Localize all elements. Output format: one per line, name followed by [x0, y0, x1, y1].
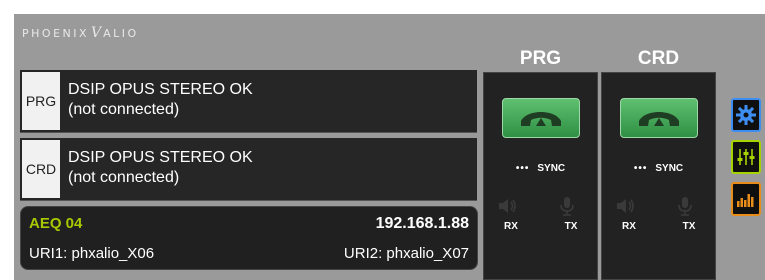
speaker-icon [499, 199, 516, 213]
mixer-button[interactable] [731, 140, 761, 174]
gear-icon [736, 105, 756, 125]
level-meter-icon [737, 194, 754, 207]
rx-indicator-crd: RX [614, 195, 644, 232]
phone-icon [521, 112, 561, 126]
call-button-prg[interactable] [502, 98, 580, 138]
channel-title-prg: PRG [519, 48, 562, 69]
sync-label: SYNC [537, 163, 566, 174]
settings-button[interactable] [731, 98, 761, 132]
device-info-box: AEQ 04 192.168.1.88 URI1: phxalio_X06 UR… [20, 206, 478, 270]
microphone-icon [678, 197, 692, 216]
phone-icon [639, 112, 679, 126]
tx-indicator-prg: TX [556, 195, 586, 232]
sync-label: SYNC [655, 163, 684, 174]
sync-status-crd: ••• SYNC [602, 163, 715, 174]
sync-dots: ••• [633, 163, 648, 174]
device-name: AEQ 04 [29, 215, 83, 232]
rx-label: RX [622, 221, 636, 232]
brand-name-right: ALIO [103, 27, 139, 40]
row-tag-crd: CRD [20, 138, 62, 200]
tx-label: TX [564, 221, 578, 232]
channel-strip-prg: ••• SYNC RX TX [483, 72, 598, 280]
rx-label: RX [504, 221, 518, 232]
row-text-crd: DSIP OPUS STEREO OK (not connected) [68, 148, 253, 188]
codec-panel: PHOENIX V ALIO PRG DSIP OPUS STEREO OK (no… [14, 14, 765, 280]
channel-title-crd: CRD [637, 48, 680, 69]
brand-logo: PHOENIX V ALIO [22, 25, 139, 41]
brand-mark: V [91, 25, 102, 41]
mixer-faders-icon [737, 149, 755, 165]
call-button-crd[interactable] [620, 98, 698, 138]
row-connection-line: (not connected) [68, 169, 180, 186]
channel-strip-crd: ••• SYNC RX TX [601, 72, 716, 280]
rx-indicator-prg: RX [496, 195, 526, 232]
status-row-prg: PRG DSIP OPUS STEREO OK (not connected) [20, 70, 477, 133]
row-connection-line: (not connected) [68, 101, 180, 118]
row-text-prg: DSIP OPUS STEREO OK (not connected) [68, 80, 253, 120]
row-status-line: DSIP OPUS STEREO OK [68, 149, 253, 166]
status-row-crd: CRD DSIP OPUS STEREO OK (not connected) [20, 138, 477, 201]
uri1-label: URI1: phxalio_X06 [29, 245, 155, 262]
sync-dots: ••• [515, 163, 530, 174]
brand-name-left: PHOENIX [22, 27, 90, 40]
sync-status-prg: ••• SYNC [484, 163, 597, 174]
row-tag-prg: PRG [20, 70, 62, 132]
uri2-label: URI2: phxalio_X07 [343, 245, 469, 262]
row-status-line: DSIP OPUS STEREO OK [68, 81, 253, 98]
meter-button[interactable] [731, 182, 761, 216]
microphone-icon [560, 197, 574, 216]
tx-indicator-crd: TX [674, 195, 704, 232]
device-ip: 192.168.1.88 [375, 215, 469, 232]
speaker-icon [617, 199, 634, 213]
tx-label: TX [682, 221, 696, 232]
